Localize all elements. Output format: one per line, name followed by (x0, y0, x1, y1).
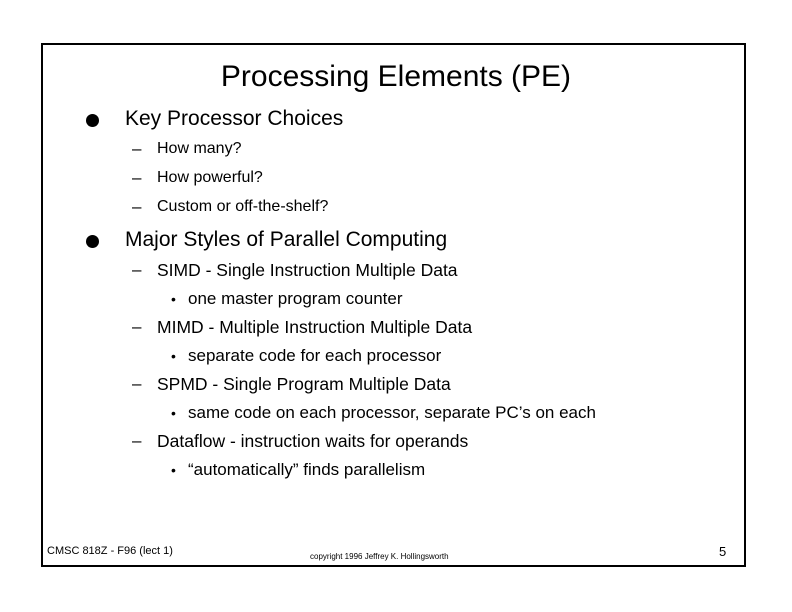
list-item: SIMD - Single Instruction Multiple Data (157, 260, 458, 280)
dash-icon: – (132, 317, 142, 336)
section-heading: Key Processor Choices (125, 107, 344, 130)
dot-icon: • (171, 348, 176, 364)
bullet-icon (86, 114, 99, 127)
sub-list-item: separate code for each processor (188, 346, 442, 365)
sub-list-item: “automatically” finds parallelism (188, 460, 426, 479)
section-heading: Major Styles of Parallel Computing (125, 228, 448, 251)
list-item: SPMD - Single Program Multiple Data (157, 374, 451, 394)
footer-copyright: copyright 1996 Jeffrey K. Hollingsworth (310, 552, 449, 561)
sub-list-item: same code on each processor, separate PC… (188, 403, 596, 422)
dash-icon: – (132, 431, 142, 450)
dash-icon: – (132, 260, 142, 279)
dash-icon: – (132, 168, 142, 187)
dot-icon: • (171, 291, 176, 307)
dash-icon: – (132, 197, 142, 216)
list-item: How powerful? (157, 169, 263, 186)
sub-list-item: one master program counter (188, 289, 403, 308)
dash-icon: – (132, 374, 142, 393)
list-item: How many? (157, 140, 242, 157)
bullet-icon (86, 235, 99, 248)
dash-icon: – (132, 139, 142, 158)
slide-title: Processing Elements (PE) (220, 60, 572, 93)
footer-course: CMSC 818Z - F96 (lect 1) (47, 545, 173, 557)
list-item: Dataflow - instruction waits for operand… (157, 431, 469, 451)
list-item: Custom or off-the-shelf? (157, 198, 329, 215)
page-number: 5 (719, 544, 727, 559)
list-item: MIMD - Multiple Instruction Multiple Dat… (157, 317, 473, 337)
dot-icon: • (171, 462, 176, 478)
dot-icon: • (171, 405, 176, 421)
